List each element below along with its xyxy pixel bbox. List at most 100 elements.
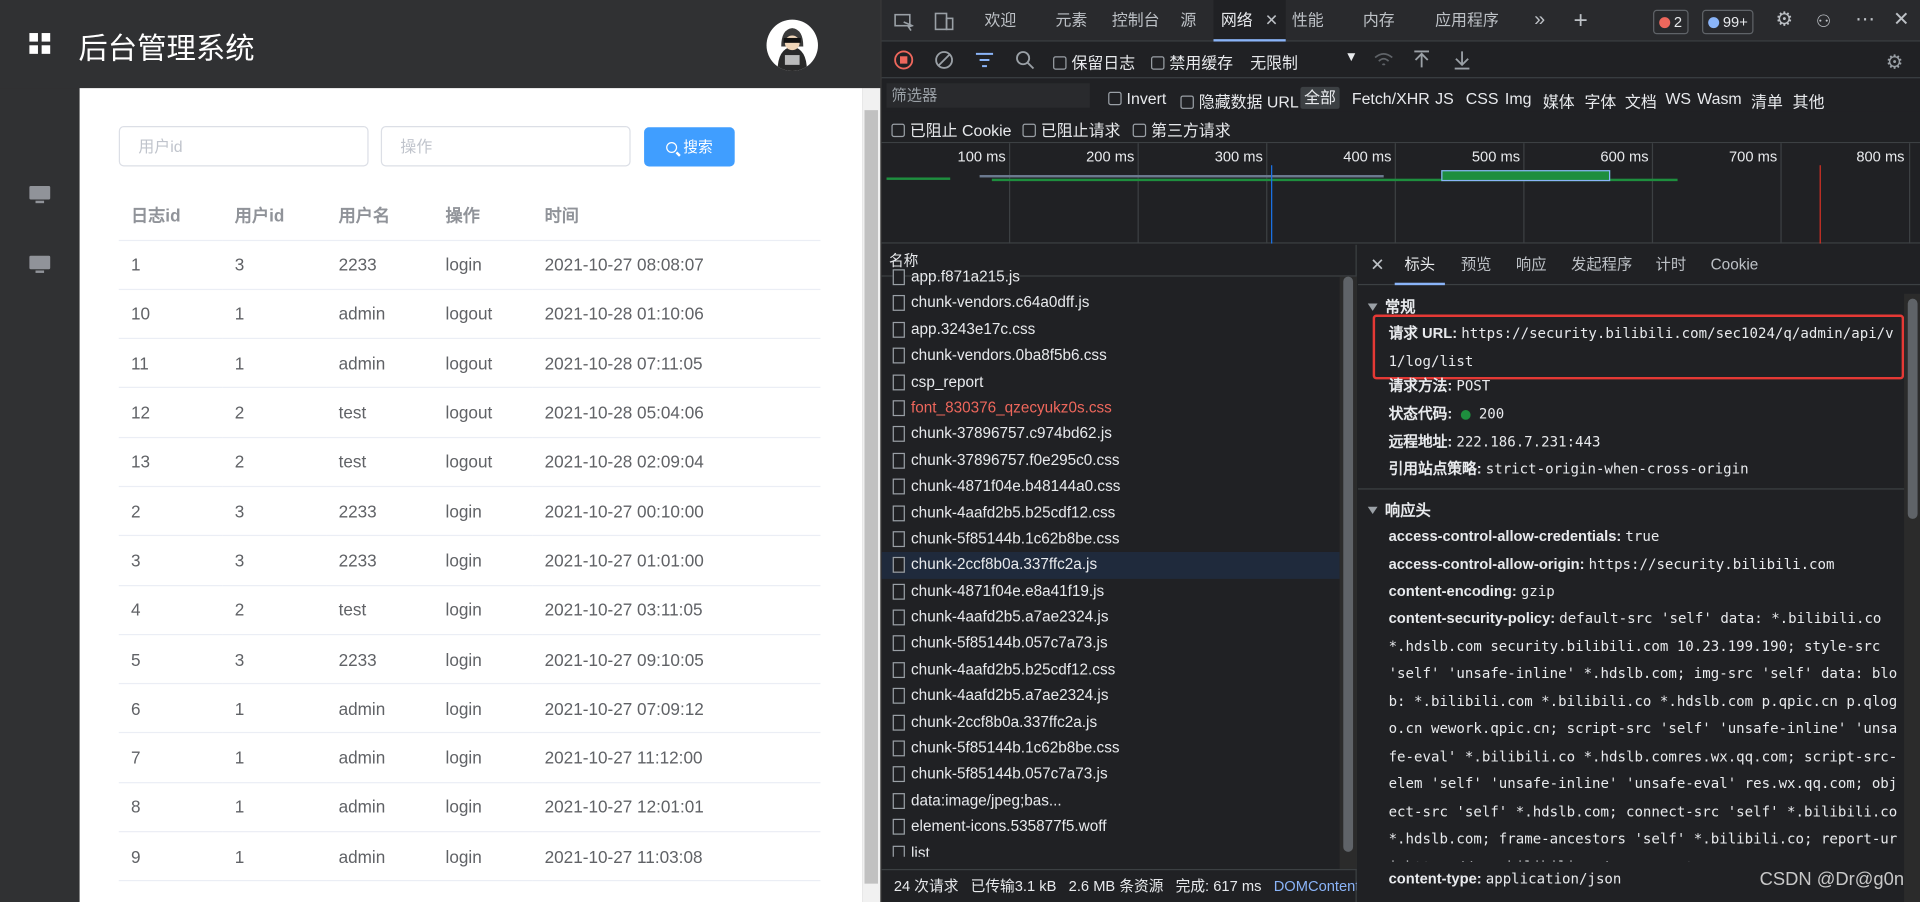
record-stop-icon[interactable] bbox=[894, 50, 914, 70]
table-row[interactable]: 9 1 admin login 2021-10-27 11:03:08 bbox=[118, 831, 821, 882]
search-icon[interactable] bbox=[1015, 50, 1035, 70]
filter-type-doc[interactable]: 文档 bbox=[1625, 89, 1657, 112]
table-row[interactable]: 11 1 admin logout 2021-10-28 07:11:05 bbox=[118, 338, 821, 389]
tab-response[interactable]: 响应 bbox=[1516, 245, 1547, 285]
request-item[interactable]: element-icons.535877f5.woff bbox=[882, 814, 1340, 840]
tab-timing[interactable]: 计时 bbox=[1656, 245, 1687, 285]
monitor-icon[interactable] bbox=[29, 255, 51, 273]
request-list-scrollbar[interactable] bbox=[1339, 276, 1357, 869]
request-item[interactable]: chunk-5f85144b.057c7a73.js bbox=[882, 762, 1340, 788]
tab-headers[interactable]: 标头 bbox=[1394, 245, 1445, 286]
filter-type-xhr[interactable]: Fetch/XHR bbox=[1352, 89, 1430, 107]
filter-type-img[interactable]: Img bbox=[1505, 89, 1532, 107]
close-devtools-icon[interactable]: ✕ bbox=[1893, 0, 1909, 42]
tab-welcome[interactable]: 欢迎 bbox=[984, 0, 1016, 42]
dom-content-link[interactable]: DOMContent bbox=[1274, 878, 1357, 895]
tab-elements[interactable]: 元素 bbox=[1056, 0, 1088, 42]
table-row[interactable]: 2 3 2233 login 2021-10-27 00:10:00 bbox=[118, 486, 821, 537]
request-item[interactable]: chunk-4aafd2b5.b25cdf12.css bbox=[882, 500, 1340, 526]
preserve-log-checkbox[interactable]: 保留日志 bbox=[1053, 50, 1135, 73]
monitor-icon[interactable] bbox=[29, 186, 51, 204]
filter-type-css[interactable]: CSS bbox=[1466, 89, 1499, 107]
close-detail-icon[interactable]: ✕ bbox=[1370, 245, 1384, 285]
table-row[interactable]: 6 1 admin login 2021-10-27 07:09:12 bbox=[118, 683, 821, 734]
request-item[interactable]: app.3243e17c.css bbox=[882, 317, 1340, 343]
inspect-icon[interactable] bbox=[894, 12, 915, 32]
filter-type-ws[interactable]: WS bbox=[1665, 89, 1691, 107]
device-toggle-icon[interactable] bbox=[934, 12, 954, 32]
request-item[interactable]: font_830376_qzecyukz0s.css bbox=[882, 395, 1340, 421]
tab-application[interactable]: 应用程序 bbox=[1435, 0, 1499, 42]
table-row[interactable]: 12 2 test logout 2021-10-28 05:04:06 bbox=[118, 387, 821, 438]
filter-icon[interactable] bbox=[975, 50, 995, 70]
message-badge[interactable]: 99+ bbox=[1702, 9, 1754, 35]
more-options-icon[interactable]: ⋯ bbox=[1855, 0, 1875, 42]
request-item[interactable]: chunk-4871f04e.e8a41f19.js bbox=[882, 579, 1340, 605]
blocked-requests-checkbox[interactable]: 已阻止请求 bbox=[1022, 117, 1120, 140]
request-item[interactable]: chunk-vendors.c64a0dff.js bbox=[882, 291, 1340, 317]
filter-type-manifest[interactable]: 清单 bbox=[1751, 89, 1783, 112]
tab-cookies[interactable]: Cookie bbox=[1711, 245, 1759, 285]
settings-gear-icon[interactable]: ⚙ bbox=[1776, 0, 1794, 42]
throttle-select[interactable]: 无限制 ▼ bbox=[1250, 50, 1358, 73]
request-item[interactable]: list bbox=[882, 840, 1340, 857]
import-har-icon[interactable] bbox=[1412, 50, 1432, 70]
request-item[interactable]: chunk-4aafd2b5.b25cdf12.css bbox=[882, 657, 1340, 683]
request-item[interactable]: csp_report bbox=[882, 369, 1340, 395]
invert-checkbox[interactable]: Invert bbox=[1108, 89, 1166, 108]
detail-scrollbar[interactable] bbox=[1904, 293, 1920, 902]
filter-type-wasm[interactable]: Wasm bbox=[1697, 89, 1742, 107]
tab-network[interactable]: 网络 ✕ bbox=[1213, 0, 1286, 42]
filter-input[interactable]: 筛选器 bbox=[886, 83, 1090, 108]
third-party-checkbox[interactable]: 第三方请求 bbox=[1132, 117, 1231, 140]
clear-icon[interactable] bbox=[934, 50, 954, 70]
request-item[interactable]: chunk-5f85144b.1c62b8be.css bbox=[882, 526, 1340, 552]
request-item[interactable]: chunk-5f85144b.1c62b8be.css bbox=[882, 736, 1340, 762]
response-headers-section-header[interactable]: 响应头 bbox=[1367, 497, 1431, 520]
request-item[interactable]: chunk-vendors.0ba8f5b6.css bbox=[882, 343, 1340, 369]
operation-input[interactable]: 操作 bbox=[380, 126, 631, 167]
export-har-icon[interactable] bbox=[1452, 50, 1472, 70]
table-row[interactable]: 5 3 2233 login 2021-10-27 09:10:05 bbox=[118, 634, 821, 685]
page-scrollbar[interactable] bbox=[862, 88, 881, 902]
tab-memory[interactable]: 内存 bbox=[1363, 0, 1395, 42]
wifi-offline-icon[interactable] bbox=[1374, 50, 1394, 70]
request-item[interactable]: data:image/jpeg;bas... bbox=[882, 788, 1340, 814]
network-settings-gear-icon[interactable]: ⚙ bbox=[1886, 50, 1906, 74]
table-row[interactable]: 10 1 admin logout 2021-10-28 01:10:06 bbox=[118, 289, 821, 340]
disable-cache-checkbox[interactable]: 禁用缓存 bbox=[1151, 50, 1233, 73]
table-row[interactable]: 13 2 test logout 2021-10-28 02:09:04 bbox=[118, 437, 821, 488]
tab-performance[interactable]: 性能 bbox=[1292, 0, 1324, 42]
table-row[interactable]: 8 1 admin login 2021-10-27 12:01:01 bbox=[118, 782, 821, 833]
request-item[interactable]: app.f871a215.js bbox=[882, 264, 1340, 290]
customize-icon[interactable]: ⚇ bbox=[1816, 0, 1831, 42]
tab-console[interactable]: 控制台 bbox=[1112, 0, 1160, 42]
request-item[interactable]: chunk-4871f04e.b48144a0.css bbox=[882, 474, 1340, 500]
filter-type-all[interactable]: 全部 bbox=[1300, 86, 1340, 109]
request-item[interactable]: chunk-2ccf8b0a.337ffc2a.js bbox=[882, 709, 1340, 735]
request-item[interactable]: chunk-4aafd2b5.a7ae2324.js bbox=[882, 605, 1340, 631]
tab-preview[interactable]: 预览 bbox=[1461, 245, 1492, 285]
more-tabs-icon[interactable]: » bbox=[1534, 0, 1545, 42]
add-tab-icon[interactable]: + bbox=[1573, 0, 1587, 42]
avatar[interactable] bbox=[766, 19, 818, 71]
blocked-cookies-checkbox[interactable]: 已阻止 Cookie bbox=[891, 117, 1012, 140]
filter-type-js[interactable]: JS bbox=[1435, 89, 1454, 107]
request-item[interactable]: chunk-2ccf8b0a.337ffc2a.js bbox=[881, 552, 1340, 579]
close-icon[interactable]: ✕ bbox=[1265, 11, 1278, 29]
error-badge[interactable]: 2 bbox=[1653, 9, 1689, 35]
user-id-input[interactable]: 用户id bbox=[118, 126, 369, 167]
tab-initiator[interactable]: 发起程序 bbox=[1571, 245, 1632, 285]
menu-grid-icon[interactable] bbox=[29, 33, 51, 54]
table-row[interactable]: 1 3 2233 login 2021-10-27 08:08:07 bbox=[118, 239, 821, 290]
network-timeline[interactable]: 100 ms 200 ms 300 ms 400 ms 500 ms 600 m… bbox=[881, 143, 1920, 244]
table-row[interactable]: 4 2 test login 2021-10-27 03:11:05 bbox=[118, 585, 821, 636]
filter-type-media[interactable]: 媒体 bbox=[1543, 89, 1575, 112]
search-button[interactable]: 搜索 bbox=[644, 127, 735, 167]
request-item[interactable]: chunk-5f85144b.057c7a73.js bbox=[882, 631, 1340, 657]
filter-type-other[interactable]: 其他 bbox=[1793, 89, 1825, 112]
filter-type-font[interactable]: 字体 bbox=[1585, 89, 1617, 112]
table-row[interactable]: 3 3 2233 login 2021-10-27 01:01:00 bbox=[118, 535, 821, 586]
request-item[interactable]: chunk-4aafd2b5.a7ae2324.js bbox=[882, 683, 1340, 709]
request-item[interactable]: chunk-37896757.f0e295c0.css bbox=[882, 448, 1340, 474]
